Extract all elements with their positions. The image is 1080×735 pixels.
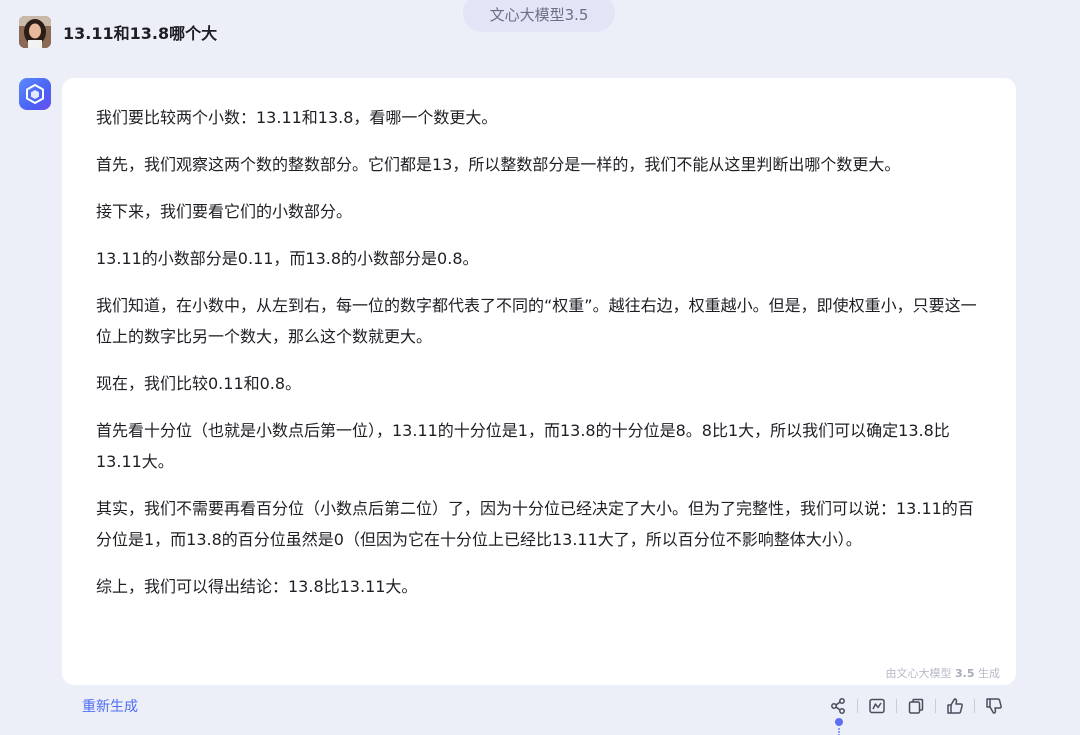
generated-by-prefix: 由文心大模型 [885, 667, 952, 680]
copy-button[interactable] [902, 693, 930, 719]
divider [935, 699, 936, 713]
assistant-answer-card: 我们要比较两个小数：13.11和13.8，看哪一个数更大。 首先，我们观察这两个… [62, 78, 1016, 685]
chart-icon [869, 698, 885, 714]
ernie-bot-cube-icon [19, 78, 51, 110]
chart-button[interactable] [863, 693, 891, 719]
thumbs-down-icon [986, 698, 1002, 714]
answer-actions-bar [824, 693, 1008, 719]
share-indicator-line [838, 728, 842, 735]
generated-by-suffix: 生成 [978, 667, 1000, 680]
answer-paragraph: 首先，我们观察这两个数的整数部分。它们都是13，所以整数部分是一样的，我们不能从… [96, 155, 901, 174]
divider [857, 699, 858, 713]
regenerate-button[interactable]: 重新生成 [82, 696, 138, 716]
answer-paragraph: 综上，我们可以得出结论：13.8比13.11大。 [96, 577, 418, 596]
user-avatar [19, 16, 51, 48]
share-icon [831, 698, 845, 714]
share-indicator-dot [835, 718, 843, 726]
answer-paragraph: 现在，我们比较0.11和0.8。 [96, 374, 302, 393]
answer-paragraph: 首先看十分位（也就是小数点后第一位），13.11的十分位是1，而13.8的十分位… [96, 421, 950, 471]
answer-paragraph: 其实，我们不需要再看百分位（小数点后第二位）了，因为十分位已经决定了大小。但为了… [96, 499, 974, 549]
thumbs-up-icon [947, 698, 963, 714]
generated-by-note: 由文心大模型 3.5 生成 [886, 665, 1001, 681]
user-avatar-photo-icon [19, 16, 51, 48]
answer-paragraph: 我们要比较两个小数：13.11和13.8，看哪一个数更大。 [96, 108, 498, 127]
generated-by-version: 3.5 [955, 667, 975, 680]
divider [896, 699, 897, 713]
model-version-badge[interactable]: 文心大模型3.5 [463, 0, 615, 32]
copy-icon [908, 698, 924, 714]
user-message-row: 13.11和13.8哪个大 [19, 16, 217, 48]
answer-paragraph: 我们知道，在小数中，从左到右，每一位的数字都代表了不同的“权重”。越往右边，权重… [96, 296, 977, 346]
thumbs-up-button[interactable] [941, 693, 969, 719]
thumbs-down-button[interactable] [980, 693, 1008, 719]
share-button[interactable] [824, 693, 852, 719]
user-question-text: 13.11和13.8哪个大 [63, 24, 218, 43]
divider [974, 699, 975, 713]
answer-paragraph: 13.11的小数部分是0.11，而13.8的小数部分是0.8。 [96, 249, 479, 268]
answer-paragraph: 接下来，我们要看它们的小数部分。 [96, 202, 353, 221]
